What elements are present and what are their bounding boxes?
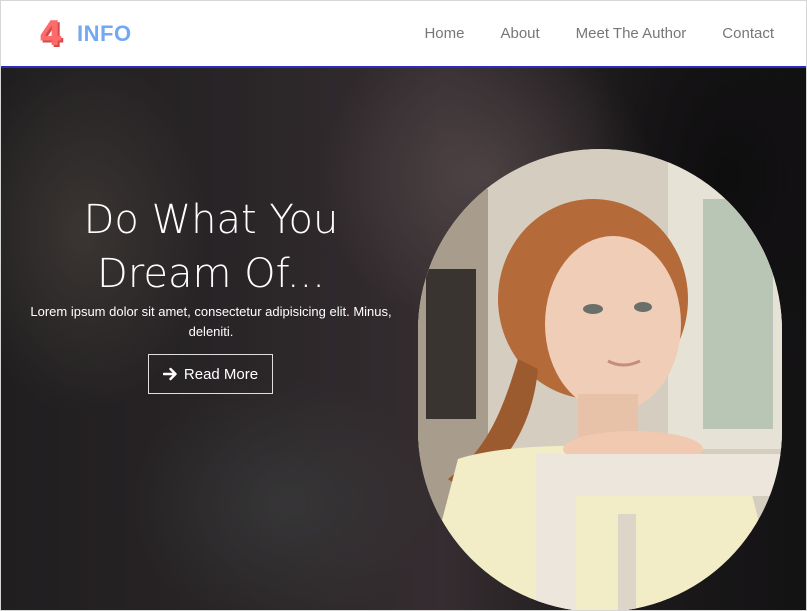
site-header: 4 INFO Home About Meet The Author Contac… bbox=[1, 1, 806, 68]
hero-title-line2: Dream Of... bbox=[97, 251, 325, 297]
hero-title-line1: Do What You bbox=[83, 197, 339, 243]
hero-section: Do What You Dream Of... Lorem ipsum dolo… bbox=[1, 68, 806, 610]
nav-item-contact[interactable]: Contact bbox=[722, 25, 774, 42]
hero-description: Lorem ipsum dolor sit amet, consectetur … bbox=[30, 304, 392, 339]
read-more-button[interactable]: Read More bbox=[148, 354, 273, 394]
arrow-right-icon bbox=[162, 367, 178, 381]
nav-item-about[interactable]: About bbox=[500, 25, 539, 42]
author-portrait-image bbox=[418, 149, 782, 610]
nav-item-meet-the-author[interactable]: Meet The Author bbox=[576, 25, 687, 42]
four-logo-icon: 4 bbox=[39, 13, 63, 54]
hero-title: Do What You Dream Of... bbox=[51, 193, 371, 301]
main-nav: Home About Meet The Author Contact bbox=[424, 25, 774, 42]
nav-item-home[interactable]: Home bbox=[424, 25, 464, 42]
brand-logo[interactable]: 4 INFO bbox=[35, 16, 132, 52]
read-more-label: Read More bbox=[183, 365, 259, 383]
brand-name: INFO bbox=[77, 20, 132, 46]
page: 4 INFO Home About Meet The Author Contac… bbox=[0, 0, 807, 611]
